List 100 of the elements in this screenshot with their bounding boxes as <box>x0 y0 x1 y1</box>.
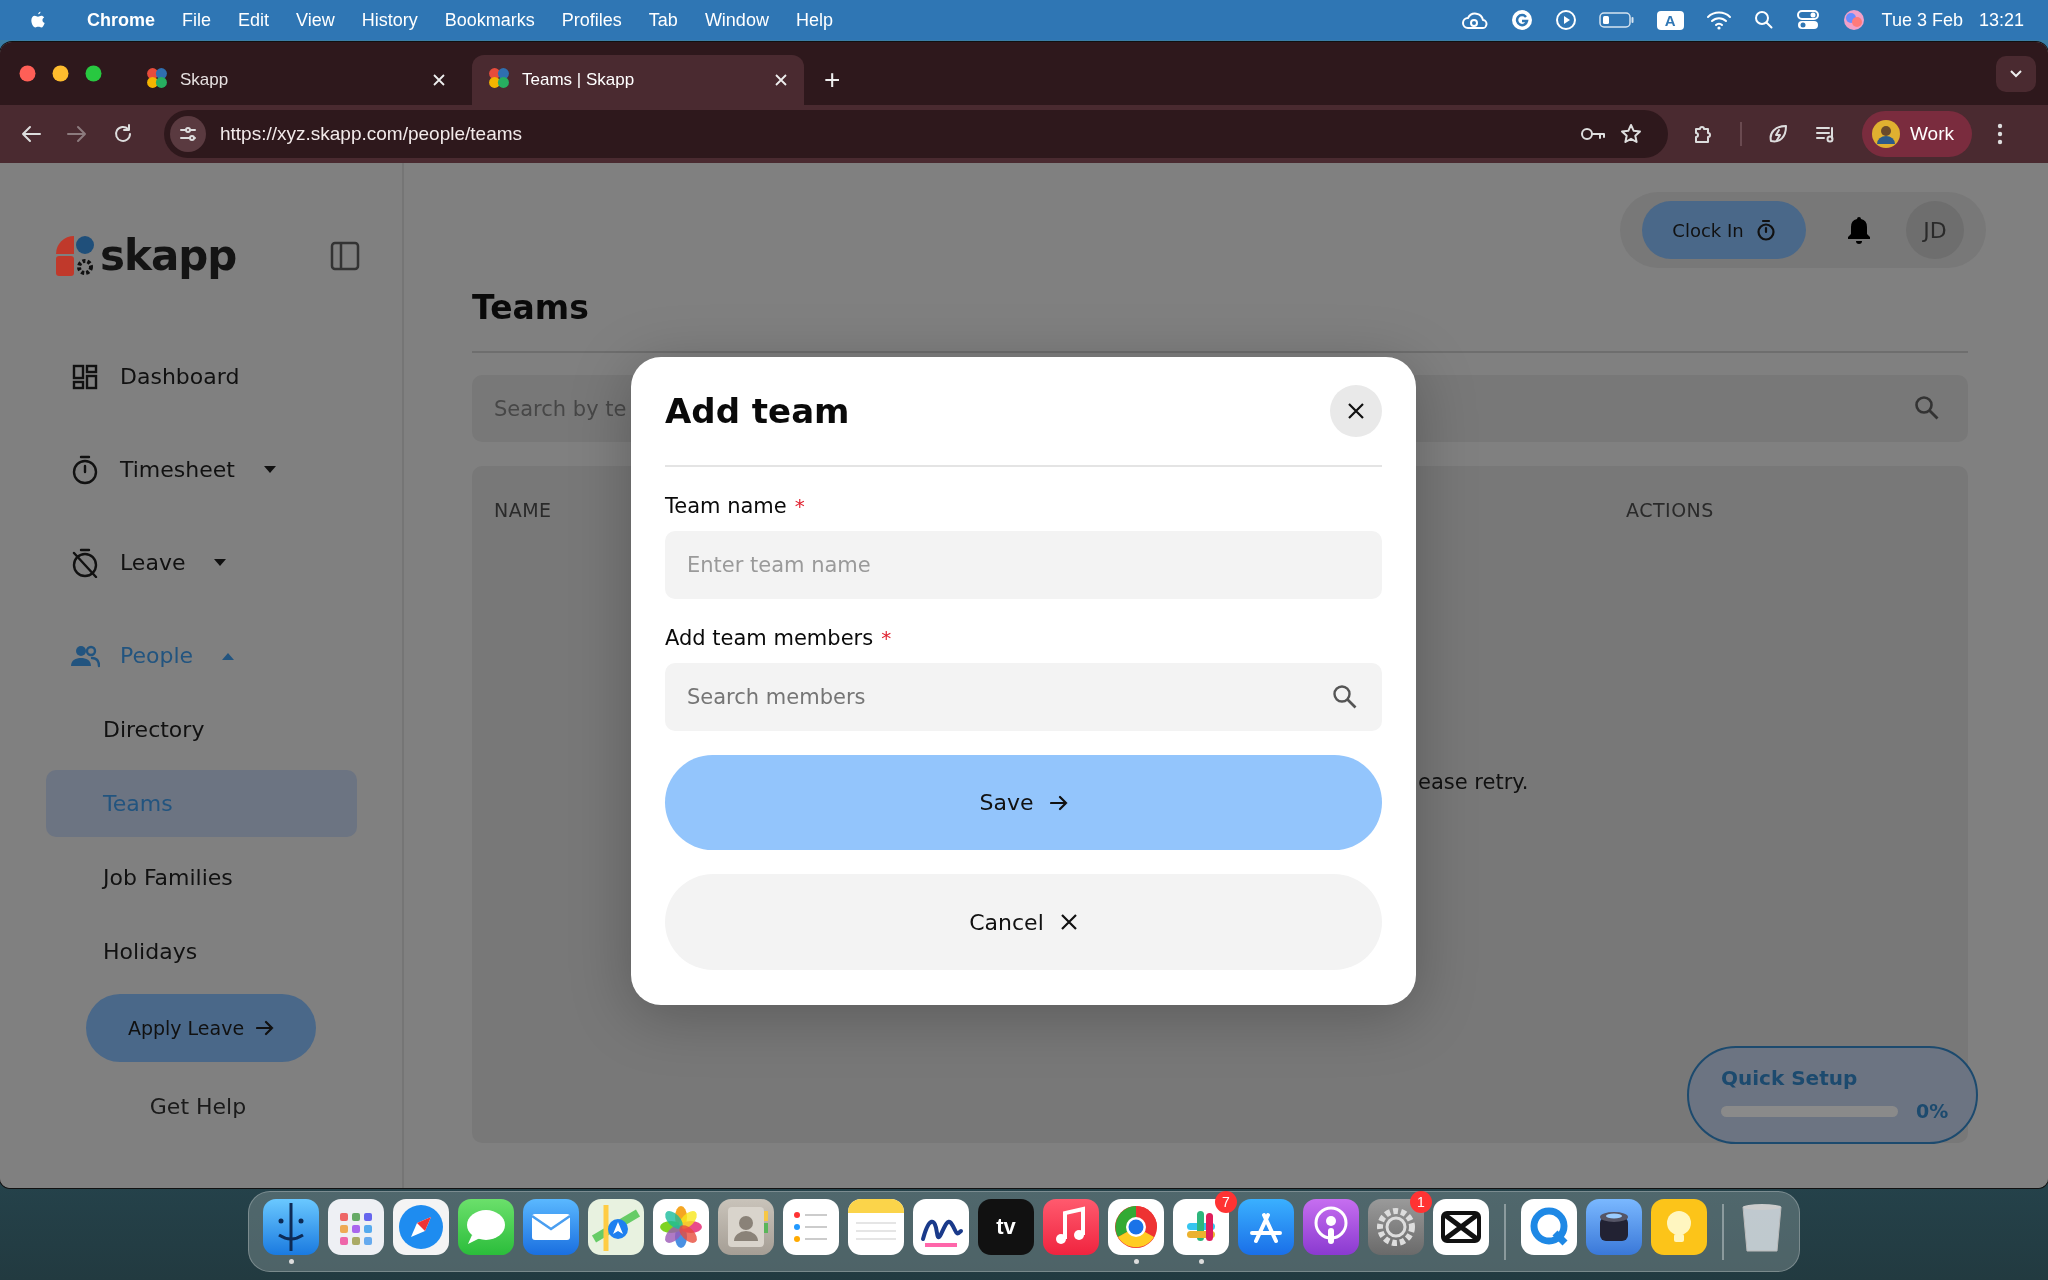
input-field[interactable]: Enter team name <box>665 531 1382 599</box>
menu-item[interactable]: Bookmarks <box>444 9 535 31</box>
people-icon <box>70 643 100 668</box>
menu-item[interactable]: View <box>296 9 335 31</box>
column-header: NAME <box>494 499 552 521</box>
flower-icon[interactable] <box>653 1199 709 1255</box>
sub-nav-item[interactable]: Job Families <box>46 843 357 911</box>
menu-item[interactable]: File <box>182 9 212 31</box>
tune-icon[interactable] <box>170 116 206 152</box>
arrow-right-icon <box>256 1020 275 1036</box>
cancel-button[interactable]: Cancel <box>665 874 1382 970</box>
smiling-face-icon[interactable] <box>263 1199 319 1255</box>
menu-item[interactable]: Tab <box>648 9 678 31</box>
scribble-icon[interactable] <box>913 1199 969 1255</box>
menu-item[interactable]: Profiles <box>561 9 622 31</box>
search-icon[interactable] <box>1332 684 1358 710</box>
nav-item[interactable]: Leave <box>0 516 402 609</box>
nav-item[interactable]: Timesheet <box>0 423 402 516</box>
checklist-icon[interactable] <box>783 1199 839 1255</box>
site-logo-icon <box>146 66 168 89</box>
close-button[interactable] <box>1330 385 1382 437</box>
music-note-icon[interactable] <box>1043 1199 1099 1255</box>
close-window-icon[interactable] <box>19 65 36 82</box>
q-logo-icon[interactable] <box>1521 1199 1577 1255</box>
dialog-title: Add team <box>665 391 850 431</box>
menu-time[interactable]: 13:21 <box>1978 9 2024 31</box>
profile-button[interactable]: Work <box>1862 111 1972 157</box>
required-mark: * <box>881 626 892 650</box>
table-message: ease retry. <box>1418 770 1530 794</box>
g-logo-icon[interactable] <box>1510 9 1533 31</box>
contact-card-icon[interactable] <box>718 1199 774 1255</box>
menu-item[interactable]: History <box>361 9 418 31</box>
bell-icon[interactable] <box>1846 215 1872 245</box>
save-button[interactable]: Save <box>665 755 1382 850</box>
close-icon <box>1347 402 1365 420</box>
quick-setup-title: Quick Setup <box>1721 1066 1859 1090</box>
avatar-icon <box>1872 120 1900 148</box>
search-icon[interactable] <box>1753 10 1774 30</box>
hash-logo-icon[interactable] <box>1173 1199 1229 1255</box>
tv-app-icon[interactable]: tv <box>978 1199 1034 1255</box>
apply-leave-button[interactable]: Apply Leave <box>86 994 316 1062</box>
round-logo-icon[interactable] <box>1108 1199 1164 1255</box>
lightbulb-icon[interactable] <box>1651 1199 1707 1255</box>
back-icon[interactable] <box>20 124 42 144</box>
arrow-right-icon <box>1049 794 1068 811</box>
wifi-icon[interactable] <box>1705 10 1732 30</box>
more-icon[interactable] <box>1996 122 2004 146</box>
site-logo-icon <box>488 66 510 89</box>
battery-icon[interactable] <box>1598 11 1635 29</box>
forward-icon[interactable] <box>66 124 88 144</box>
get-help-link[interactable]: Get Help <box>149 1094 247 1119</box>
progress-reading: 0% <box>1916 1100 1949 1122</box>
star-icon[interactable] <box>1620 123 1642 145</box>
stopwatch-icon <box>70 454 100 485</box>
color-orb-icon[interactable] <box>1841 8 1866 32</box>
map-icon[interactable] <box>588 1199 644 1255</box>
toggles-icon[interactable] <box>1795 9 1820 31</box>
input-source-indicator[interactable]: A <box>1656 10 1684 30</box>
sub-nav-item[interactable]: Holidays <box>46 917 357 985</box>
stopwatch-icon <box>1755 219 1776 241</box>
letter-a-icon[interactable] <box>1238 1199 1294 1255</box>
field-label: Team name <box>665 494 787 518</box>
menu-item[interactable]: Help <box>795 9 833 31</box>
new-tab-button[interactable]: + <box>818 65 847 95</box>
minimize-window-icon[interactable] <box>52 65 69 82</box>
play-circle-icon[interactable] <box>1554 9 1577 31</box>
key-icon[interactable] <box>1580 126 1606 142</box>
gear-icon[interactable] <box>1368 1199 1424 1255</box>
menu-item[interactable]: Window <box>704 9 769 31</box>
chevron-down-icon <box>2009 68 2023 79</box>
reload-icon[interactable] <box>112 123 134 145</box>
clock-in-button[interactable]: Clock In <box>1642 201 1806 259</box>
envelope-icon[interactable] <box>523 1199 579 1255</box>
close-icon[interactable] <box>774 73 788 87</box>
close-icon[interactable] <box>432 73 446 87</box>
scanner-icon[interactable] <box>1586 1199 1642 1255</box>
search-field[interactable]: Search members <box>665 663 1382 731</box>
compass-icon[interactable] <box>393 1199 449 1255</box>
crossed-shape-icon[interactable] <box>1433 1199 1489 1255</box>
nav-item[interactable]: Dashboard <box>0 330 402 423</box>
field-label: Add team members <box>665 626 874 650</box>
stopwatch-off-icon <box>70 547 100 578</box>
speech-bubble-icon[interactable] <box>458 1199 514 1255</box>
notification-badge: 7 <box>1215 1191 1237 1213</box>
zoom-window-icon[interactable] <box>85 65 102 82</box>
menu-app-name[interactable]: Chrome <box>87 9 155 31</box>
notification-badge: 1 <box>1410 1191 1432 1213</box>
browser-tab[interactable]: Teams | Skapp <box>472 55 804 105</box>
address-bar[interactable]: https://xyz.skapp.com/people/teams <box>164 110 1668 158</box>
user-avatar[interactable]: JD <box>1906 201 1964 259</box>
notepad-icon[interactable] <box>848 1199 904 1255</box>
menu-item[interactable]: Edit <box>238 9 270 31</box>
tab-search-button[interactable] <box>1996 55 2036 92</box>
menu-date[interactable]: Tue 3 Feb <box>1881 9 1963 31</box>
search-icon[interactable] <box>1914 395 1940 421</box>
podcast-icon[interactable] <box>1303 1199 1359 1255</box>
browser-tab[interactable]: Skapp <box>130 55 462 105</box>
app-grid-icon[interactable] <box>328 1199 384 1255</box>
sidebar-toggle-icon[interactable] <box>330 240 360 271</box>
dashboard-icon <box>70 363 100 390</box>
